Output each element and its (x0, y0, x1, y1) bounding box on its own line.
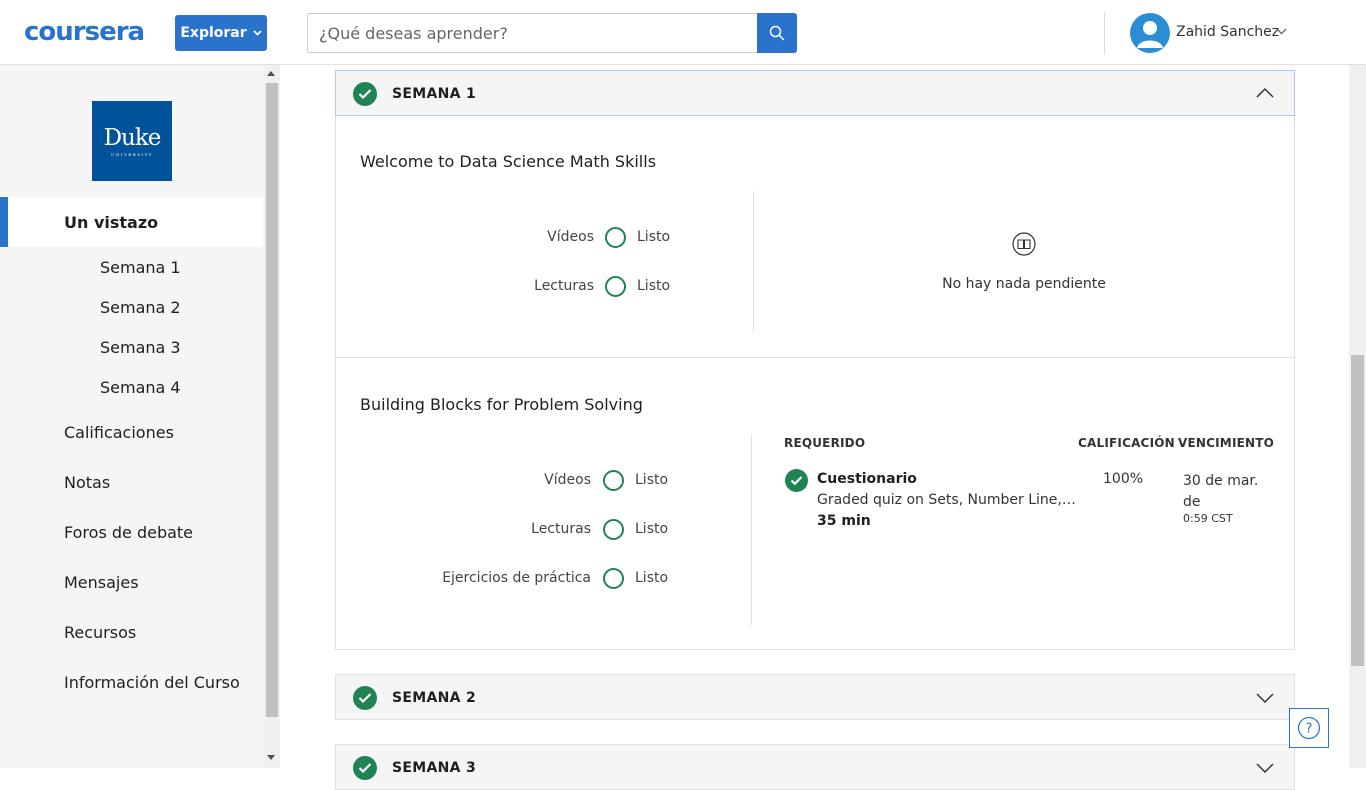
progress-circle-icon (603, 568, 624, 589)
column-header-grade: CALIFICACIÓN (1078, 436, 1175, 450)
progress-label-videos: Vídeos (544, 472, 591, 488)
check-icon (353, 82, 377, 106)
main-scrollbar-thumb[interactable] (1351, 355, 1364, 666)
module-title[interactable]: Welcome to Data Science Math Skills (360, 152, 656, 171)
search-placeholder: ¿Qué deseas aprender? (319, 23, 508, 43)
week-1-content: Welcome to Data Science Math Skills Víde… (335, 116, 1295, 650)
quiz-duration: 35 min (817, 513, 871, 529)
search-input[interactable]: ¿Qué deseas aprender? (307, 13, 757, 53)
divider (753, 191, 754, 332)
sidebar-item-notes[interactable]: Notas (64, 473, 110, 492)
svg-text:?: ? (1306, 722, 1313, 737)
search-button[interactable] (757, 13, 797, 53)
chevron-down-icon (253, 30, 262, 36)
help-icon: ? (1297, 716, 1321, 740)
module-title[interactable]: Building Blocks for Problem Solving (360, 395, 643, 414)
module-separator (336, 357, 1294, 358)
divider (751, 434, 752, 625)
chevron-up-icon[interactable] (1256, 87, 1274, 98)
chevron-down-icon[interactable] (1256, 693, 1274, 704)
scroll-down-icon[interactable] (267, 755, 275, 760)
empty-state-text: No hay nada pendiente (942, 276, 1106, 292)
sidebar-item-course-info[interactable]: Información del Curso (64, 673, 240, 692)
week-3-header[interactable]: SEMANA 3 (335, 744, 1295, 790)
check-icon (353, 686, 377, 710)
svg-text:coursera: coursera (24, 18, 144, 46)
week-title: SEMANA 1 (392, 86, 476, 102)
header-divider (1104, 12, 1105, 54)
sidebar-scrollbar-thumb[interactable] (266, 83, 278, 717)
chevron-down-icon[interactable] (1256, 763, 1274, 774)
check-icon (353, 756, 377, 780)
progress-circle-icon (603, 519, 624, 540)
course-sidebar: Duke UNIVERSITY Un vistazo Semana 1 Sema… (0, 65, 280, 768)
sidebar-item-week-4[interactable]: Semana 4 (100, 378, 181, 397)
coursera-logo[interactable]: coursera (24, 18, 152, 46)
book-icon (1012, 232, 1036, 256)
avatar-icon (1137, 21, 1163, 48)
progress-circle-icon (605, 276, 626, 297)
week-title: SEMANA 3 (392, 760, 476, 776)
chevron-down-icon[interactable] (1276, 28, 1287, 35)
quiz-due-date: 30 de mar. de (1183, 473, 1259, 510)
sidebar-item-messages[interactable]: Mensajes (64, 573, 139, 592)
sidebar-item-grades[interactable]: Calificaciones (64, 423, 174, 442)
top-header: coursera Explorar ¿Qué deseas aprender? … (0, 0, 1366, 65)
sidebar-item-forums[interactable]: Foros de debate (64, 523, 193, 542)
help-button[interactable]: ? (1289, 708, 1329, 748)
quiz-due-time: 0:59 CST (1183, 512, 1233, 525)
column-header-due: VENCIMIENTO (1178, 436, 1275, 450)
sidebar-item-label: Un vistazo (64, 213, 159, 232)
week-title: SEMANA 2 (392, 690, 476, 706)
check-icon (785, 469, 808, 492)
quiz-type[interactable]: Cuestionario (817, 471, 917, 487)
scroll-up-icon[interactable] (267, 71, 275, 76)
progress-status: Listo (637, 278, 671, 294)
progress-label-practice: Ejercicios de práctica (442, 570, 591, 586)
avatar[interactable] (1130, 13, 1170, 53)
sidebar-item-week-1[interactable]: Semana 1 (100, 258, 181, 277)
explore-label: Explorar (180, 25, 247, 41)
sidebar-item-overview[interactable]: Un vistazo (0, 197, 263, 247)
progress-status: Listo (637, 229, 671, 245)
progress-label-readings: Lecturas (534, 278, 594, 294)
quiz-description[interactable]: Graded quiz on Sets, Number Line, Inequa… (817, 492, 1080, 508)
explore-button[interactable]: Explorar (175, 15, 267, 51)
column-header-required: REQUERIDO (784, 436, 866, 450)
sidebar-item-week-2[interactable]: Semana 2 (100, 298, 181, 317)
week-2-header[interactable]: SEMANA 2 (335, 674, 1295, 720)
sidebar-item-resources[interactable]: Recursos (64, 623, 136, 642)
progress-status: Listo (635, 570, 669, 586)
progress-circle-icon (605, 227, 626, 248)
progress-label-videos: Vídeos (547, 229, 594, 245)
week-1-header[interactable]: SEMANA 1 (335, 70, 1295, 116)
search-icon (769, 25, 785, 41)
progress-label-readings: Lecturas (531, 521, 591, 537)
progress-status: Listo (635, 521, 669, 537)
quiz-grade: 100% (1103, 471, 1144, 487)
user-name[interactable]: Zahid Sanchez (1176, 24, 1279, 40)
sidebar-item-week-3[interactable]: Semana 3 (100, 338, 181, 357)
university-logo[interactable]: Duke UNIVERSITY (92, 101, 172, 181)
progress-circle-icon (603, 470, 624, 491)
progress-status: Listo (635, 472, 669, 488)
